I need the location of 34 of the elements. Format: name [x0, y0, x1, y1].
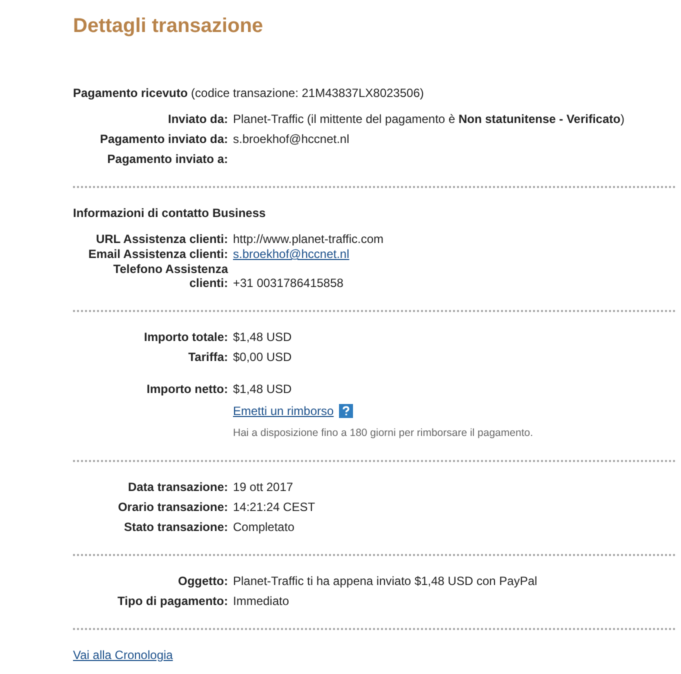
field-label: Importo totale: — [144, 330, 228, 344]
section-heading: Pagamento ricevuto (codice transazione: 21M43837LX8023506) — [73, 86, 425, 100]
field-value: +31 0031786415858 — [233, 276, 344, 290]
field-label: URL Assistenza clienti: — [96, 232, 228, 246]
email-link[interactable]: s.broekhof@hccnet.nl — [233, 247, 350, 261]
field-value: Immediato — [233, 594, 290, 608]
field-value: Completato — [233, 520, 294, 534]
help-icon[interactable] — [338, 404, 353, 418]
field-label: Pagamento inviato da: — [100, 132, 228, 146]
field-value: $1,48 USD — [233, 382, 292, 396]
field-label: Inviato da: — [168, 112, 228, 126]
history-link[interactable]: Vai alla Cronologia — [73, 648, 173, 662]
field-label: Pagamento inviato a: — [107, 152, 228, 166]
field-label: Email Assistenza clienti: — [88, 247, 228, 261]
field-value: $0,00 USD — [233, 350, 292, 364]
field-label: Oggetto: — [178, 574, 228, 588]
field-label: Data transazione: — [128, 480, 228, 494]
field-label: Tipo di pagamento: — [118, 594, 228, 608]
field-label: Orario transazione: — [118, 500, 228, 514]
field-value: $1,48 USD — [233, 330, 292, 344]
field-value: Planet-Traffic (il mittente del pagamento è Non statunitense - Verificato) — [233, 112, 624, 126]
field-value: Planet-Traffic ti ha appena inviato $1,48 USD con PayPal — [233, 574, 538, 588]
field-label: Tariffa: — [188, 350, 228, 364]
field-value: 19 ott 2017 — [233, 480, 294, 494]
field-label: Telefono Assistenza clienti: — [113, 262, 228, 290]
page-title: Dettagli transazione — [73, 14, 264, 39]
field-value: s.broekhof@hccnet.nl — [233, 132, 350, 146]
refund-link[interactable]: Emetti un rimborso — [233, 404, 334, 418]
field-label: Stato transazione: — [124, 520, 228, 534]
field-value: 14:21:24 CEST — [233, 500, 316, 514]
section-heading: Informazioni di contatto Business — [73, 206, 267, 220]
field-label: Importo netto: — [146, 382, 228, 396]
field-value: http://www.planet-traffic.com — [233, 232, 384, 246]
refund-note: Hai a disposizione fino a 180 giorni per rimborsare il pagamento. — [233, 426, 533, 440]
